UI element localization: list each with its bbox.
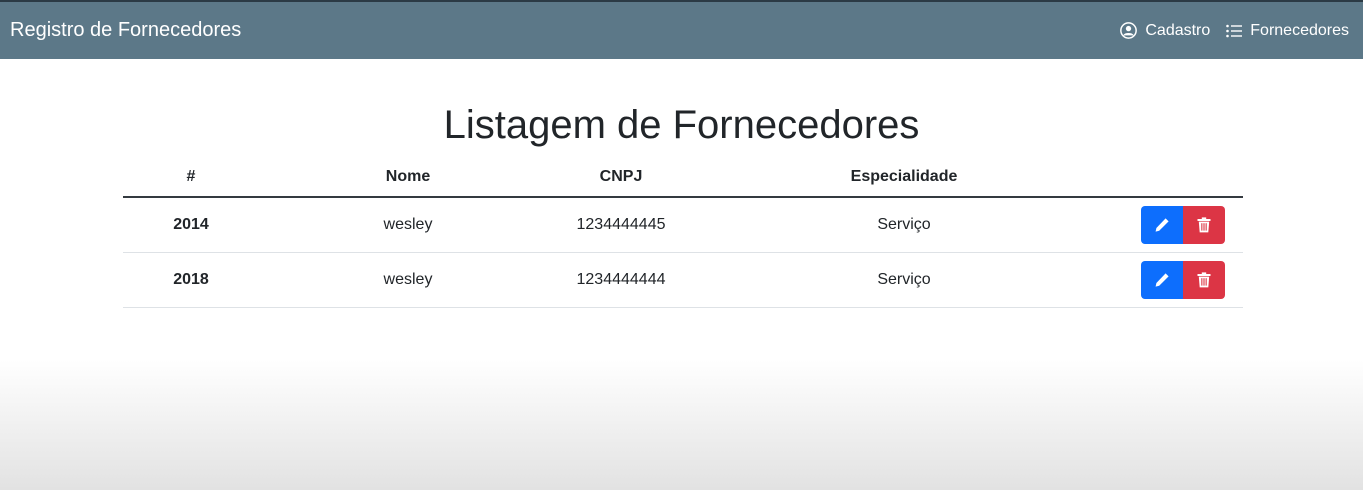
table-header-row: # Nome CNPJ Especialidade bbox=[123, 158, 1243, 198]
delete-button[interactable] bbox=[1183, 261, 1225, 299]
cell-id: 2018 bbox=[123, 252, 259, 308]
row-actions bbox=[1141, 261, 1225, 299]
edit-button[interactable] bbox=[1141, 261, 1183, 299]
cell-cnpj: 1234444445 bbox=[557, 197, 685, 253]
column-header-id: # bbox=[123, 158, 259, 198]
cell-nome: wesley bbox=[259, 197, 557, 253]
cell-id: 2014 bbox=[123, 197, 259, 253]
cell-especialidade: Serviço bbox=[685, 197, 1123, 253]
table-row: 2014 wesley 1234444445 Serviço bbox=[123, 197, 1243, 253]
navbar-links: Cadastro Fornecedores bbox=[1104, 22, 1349, 40]
row-actions bbox=[1141, 206, 1225, 244]
column-header-cnpj: CNPJ bbox=[557, 158, 685, 198]
cell-actions bbox=[1123, 252, 1243, 308]
column-header-actions bbox=[1123, 158, 1243, 198]
cell-especialidade: Serviço bbox=[685, 252, 1123, 308]
list-icon bbox=[1226, 24, 1243, 38]
nav-link-cadastro[interactable]: Cadastro bbox=[1120, 22, 1210, 40]
edit-button[interactable] bbox=[1141, 206, 1183, 244]
nav-link-label: Cadastro bbox=[1145, 21, 1211, 39]
trash-icon bbox=[1197, 272, 1211, 288]
column-header-nome: Nome bbox=[259, 158, 557, 198]
page-title: Listagem de Fornecedores bbox=[443, 103, 920, 147]
cell-cnpj: 1234444444 bbox=[557, 252, 685, 308]
trash-icon bbox=[1197, 217, 1211, 233]
table-row: 2018 wesley 1234444444 Serviço bbox=[123, 252, 1243, 308]
cell-actions bbox=[1123, 197, 1243, 253]
nav-link-label: Fornecedores bbox=[1250, 21, 1349, 39]
suppliers-table: # Nome CNPJ Especialidade 2014 wesley 12… bbox=[123, 158, 1243, 308]
delete-button[interactable] bbox=[1183, 206, 1225, 244]
cell-nome: wesley bbox=[259, 252, 557, 308]
navbar: Registro de Fornecedores Cadastro Fornec… bbox=[0, 2, 1363, 59]
pencil-icon bbox=[1155, 218, 1169, 232]
column-header-especialidade: Especialidade bbox=[685, 158, 1123, 198]
navbar-brand[interactable]: Registro de Fornecedores bbox=[10, 19, 241, 42]
nav-link-fornecedores[interactable]: Fornecedores bbox=[1226, 22, 1349, 40]
user-circle-icon bbox=[1120, 22, 1138, 39]
pencil-icon bbox=[1155, 273, 1169, 287]
